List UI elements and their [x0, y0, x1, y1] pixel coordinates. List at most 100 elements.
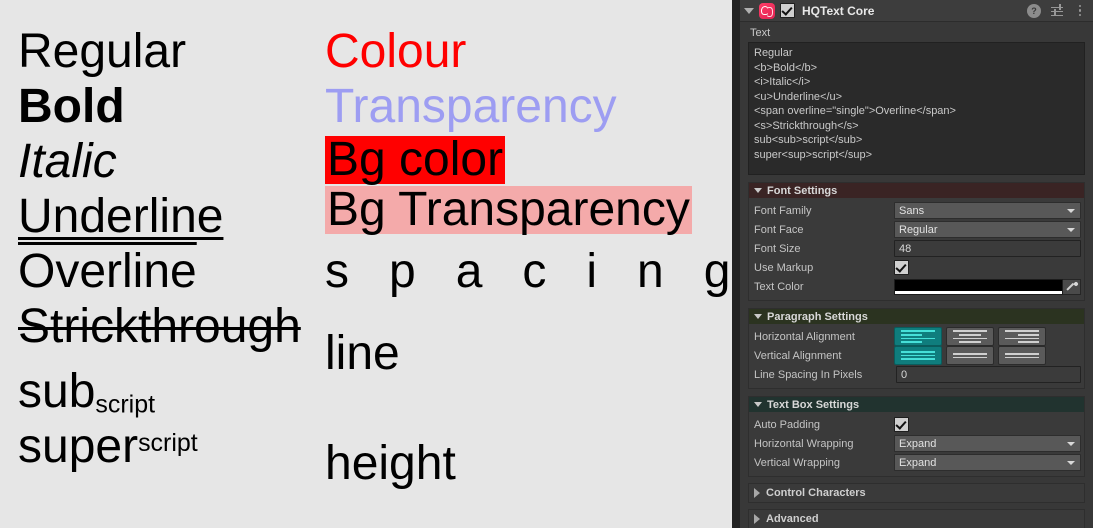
- preview-sample-superscript: superscript: [18, 423, 198, 471]
- preview-sample-subscript: subscript: [18, 368, 155, 417]
- alpha-bar: [895, 290, 1062, 294]
- eyedropper-icon[interactable]: [1063, 278, 1081, 295]
- font-family-row: Font Family Sans: [749, 201, 1084, 220]
- line-spacing-label: Line Spacing In Pixels: [754, 368, 863, 381]
- vertical-wrapping-label: Vertical Wrapping: [754, 456, 841, 469]
- component-title: HQText Core: [802, 3, 875, 18]
- vertical-wrapping-row: Vertical Wrapping Expand: [749, 453, 1084, 472]
- align-right-button[interactable]: [998, 327, 1046, 346]
- component-enabled-checkbox[interactable]: [780, 3, 795, 18]
- component-header[interactable]: HQText Core ?: [740, 0, 1093, 22]
- align-left-button[interactable]: [894, 327, 942, 346]
- text-box-settings-body: Auto Padding Horizontal Wrapping Expand …: [749, 412, 1084, 476]
- text-color-label: Text Color: [754, 280, 804, 293]
- align-top-button[interactable]: [894, 346, 942, 365]
- font-face-label: Font Face: [754, 223, 804, 236]
- font-settings-body: Font Family Sans Font Face Regular Font …: [749, 198, 1084, 300]
- font-settings-header[interactable]: Font Settings: [749, 183, 1084, 198]
- triangle-down-icon[interactable]: [744, 7, 754, 14]
- align-middle-button[interactable]: [946, 346, 994, 365]
- triangle-down-icon[interactable]: [754, 402, 762, 407]
- triangle-right-icon[interactable]: [754, 514, 760, 524]
- superscript-small: script: [138, 428, 198, 457]
- preset-icon[interactable]: [1050, 4, 1064, 18]
- chevron-down-icon: [1067, 442, 1075, 446]
- chevron-down-icon: [1067, 228, 1075, 232]
- font-family-label: Font Family: [754, 204, 812, 217]
- triangle-right-icon[interactable]: [754, 488, 760, 498]
- preview-sample-spacing: spacing: [325, 245, 732, 298]
- paragraph-settings-title: Paragraph Settings: [767, 310, 868, 323]
- auto-padding-row: Auto Padding: [749, 415, 1084, 434]
- preview-sample-bg-transparency: Bg Transparency: [325, 183, 692, 236]
- font-family-dropdown[interactable]: Sans: [894, 202, 1081, 219]
- preview-sample-italic: Italic: [18, 135, 117, 188]
- hqtext-icon: [759, 2, 775, 19]
- horizontal-wrapping-value: Expand: [899, 437, 937, 450]
- align-bottom-button[interactable]: [998, 346, 1046, 365]
- text-box-settings-section: Text Box Settings Auto Padding Horizonta…: [748, 396, 1085, 477]
- help-icon[interactable]: ?: [1027, 3, 1041, 18]
- font-settings-section: Font Settings Font Family Sans Font Face…: [748, 182, 1085, 301]
- text-input[interactable]: Regular <b>Bold</b> <i>Italic</i> <u>Und…: [748, 42, 1085, 175]
- horizontal-alignment-label: Horizontal Alignment: [754, 330, 855, 343]
- paragraph-settings-body: Horizontal Alignment Vertical Alignment: [749, 324, 1084, 388]
- horizontal-wrapping-row: Horizontal Wrapping Expand: [749, 434, 1084, 453]
- vertical-alignment-label: Vertical Alignment: [754, 349, 842, 362]
- header-icon-group: ?: [1027, 3, 1087, 18]
- kebab-menu-icon[interactable]: [1073, 4, 1087, 18]
- use-markup-label: Use Markup: [754, 261, 814, 274]
- vertical-wrapping-value: Expand: [899, 456, 937, 469]
- font-face-value: Regular: [899, 223, 938, 236]
- line-spacing-input[interactable]: 0: [896, 366, 1081, 383]
- font-family-value: Sans: [899, 204, 925, 217]
- paragraph-settings-header[interactable]: Paragraph Settings: [749, 309, 1084, 324]
- preview-sample-height: height: [325, 437, 456, 490]
- preview-sample-transparency: Transparency: [325, 80, 617, 133]
- advanced-title: Advanced: [766, 513, 819, 525]
- control-characters-title: Control Characters: [766, 487, 866, 499]
- font-face-dropdown[interactable]: Regular: [894, 221, 1081, 238]
- subscript-base: sub: [18, 365, 96, 418]
- advanced-section[interactable]: Advanced: [748, 509, 1085, 528]
- vertical-wrapping-dropdown[interactable]: Expand: [894, 454, 1081, 471]
- align-center-button[interactable]: [946, 327, 994, 346]
- triangle-down-icon[interactable]: [754, 314, 762, 319]
- line-spacing-row: Line Spacing In Pixels 0: [749, 365, 1084, 384]
- superscript-base: super: [18, 420, 139, 473]
- control-characters-section[interactable]: Control Characters: [748, 483, 1085, 503]
- font-size-label: Font Size: [754, 242, 801, 255]
- vertical-alignment-row: Vertical Alignment: [749, 346, 1084, 365]
- paragraph-settings-section: Paragraph Settings Horizontal Alignment …: [748, 308, 1085, 389]
- text-property-label: Text: [750, 27, 771, 39]
- font-settings-title: Font Settings: [767, 184, 838, 197]
- preview-sample-regular: Regular: [18, 25, 187, 78]
- font-size-row: Font Size 48: [749, 239, 1084, 258]
- horizontal-alignment-row: Horizontal Alignment: [749, 327, 1084, 346]
- preview-sample-colour: Colour: [325, 25, 467, 78]
- panel-divider: [732, 0, 740, 528]
- use-markup-checkbox[interactable]: [894, 260, 909, 275]
- use-markup-row: Use Markup: [749, 258, 1084, 277]
- font-size-input[interactable]: 48: [894, 240, 1081, 257]
- triangle-down-icon[interactable]: [754, 188, 762, 193]
- font-face-row: Font Face Regular: [749, 220, 1084, 239]
- preview-sample-line: line: [325, 327, 400, 380]
- text-box-settings-header[interactable]: Text Box Settings: [749, 397, 1084, 412]
- preview-sample-overline: Overline: [18, 245, 197, 298]
- preview-sample-bg-color: Bg color: [325, 133, 506, 186]
- preview-sample-strikethrough: Strickthrough: [18, 300, 301, 353]
- inspector-panel: HQText Core ? Text Regular <b>Bold</b> <…: [740, 0, 1093, 528]
- auto-padding-label: Auto Padding: [754, 418, 821, 431]
- chevron-down-icon: [1067, 461, 1075, 465]
- text-color-swatch[interactable]: [894, 278, 1063, 295]
- text-preview-canvas: Regular Bold Italic Underline Overline S…: [0, 0, 732, 528]
- preview-sample-bold: Bold: [18, 80, 125, 133]
- auto-padding-checkbox[interactable]: [894, 417, 909, 432]
- text-box-settings-title: Text Box Settings: [767, 398, 860, 411]
- text-color-row: Text Color: [749, 277, 1084, 296]
- horizontal-wrapping-label: Horizontal Wrapping: [754, 437, 854, 450]
- preview-sample-underline: Underline: [18, 190, 224, 243]
- chevron-down-icon: [1067, 209, 1075, 213]
- horizontal-wrapping-dropdown[interactable]: Expand: [894, 435, 1081, 452]
